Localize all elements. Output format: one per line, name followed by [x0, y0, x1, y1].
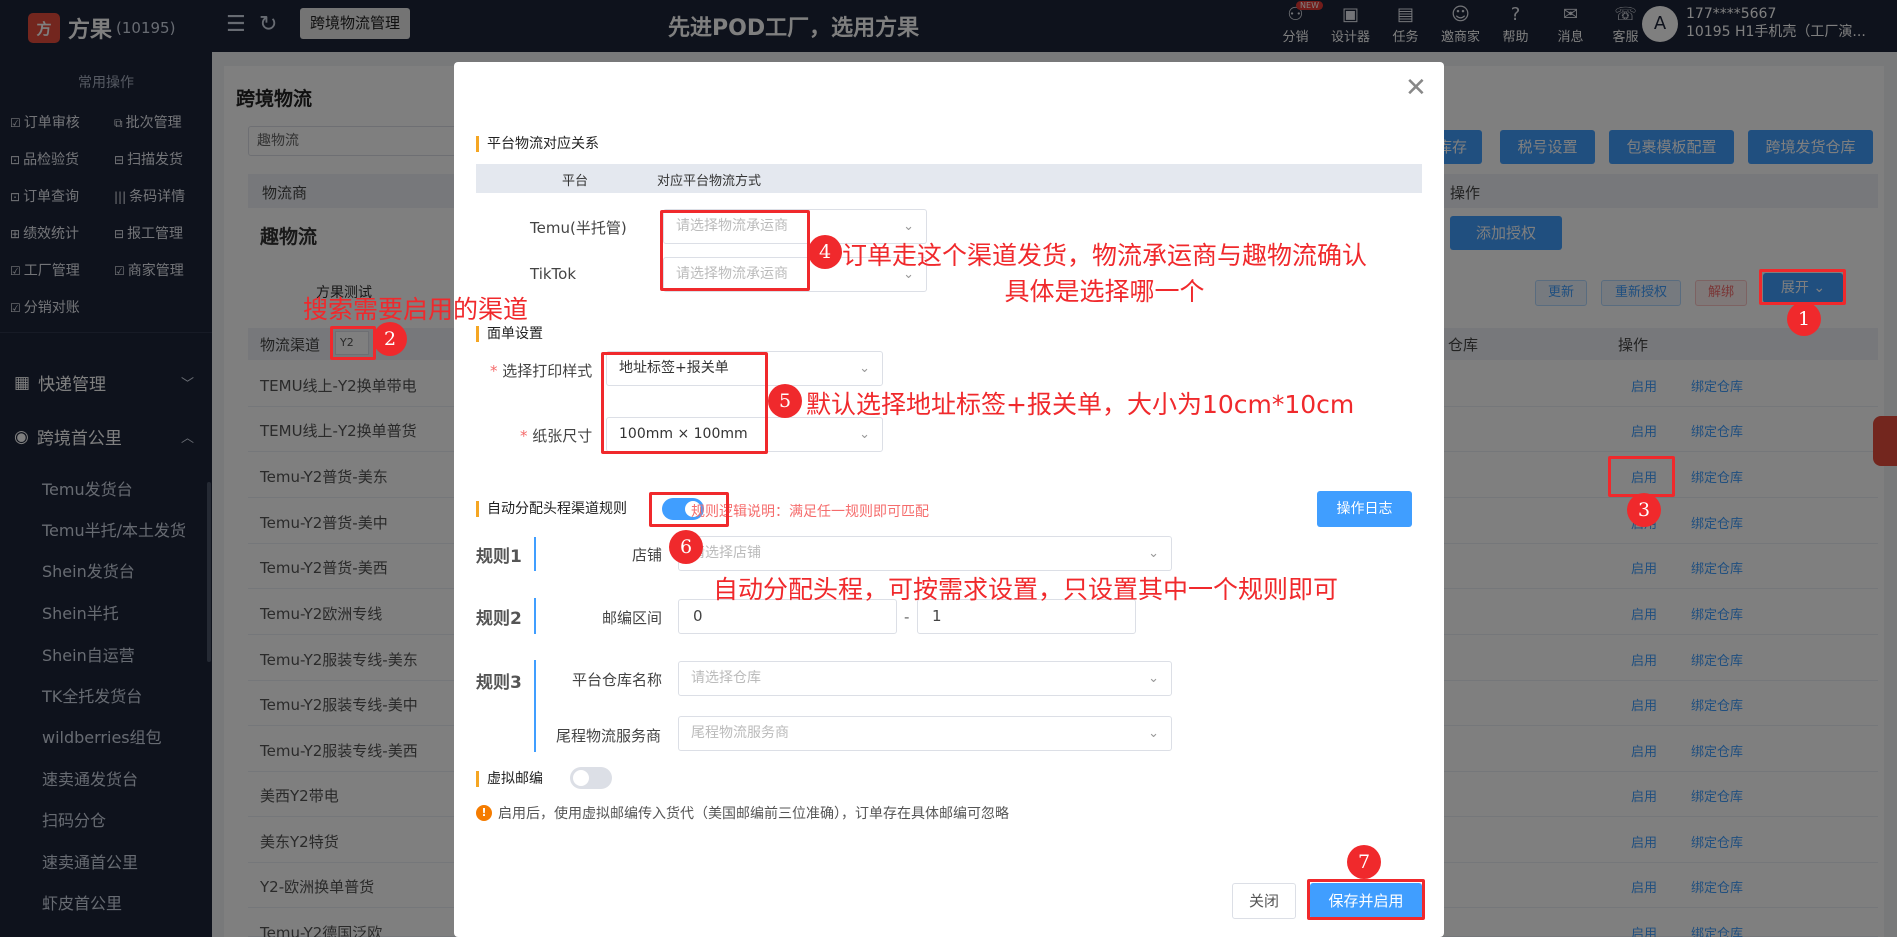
last-mile-label: 尾程物流服务商	[556, 727, 662, 745]
warehouse-name-label: 平台仓库名称	[572, 671, 663, 689]
close-button[interactable]: 关闭	[1232, 883, 1296, 919]
rule1-bar	[534, 537, 536, 571]
chevron-down-icon: ⌄	[1148, 726, 1159, 741]
auto-rule-label: 自动分配头程渠道规则	[476, 501, 627, 517]
annotation-marker-2: 2	[373, 322, 407, 356]
last-mile-select[interactable]: 尾程物流服务商 ⌄	[678, 716, 1172, 751]
close-icon[interactable]: ✕	[1405, 75, 1427, 101]
annotation-note-2: 搜索需要启用的渠道	[303, 295, 529, 324]
annotation-box-save	[1307, 879, 1425, 920]
section-platform-mapping: 平台物流对应关系	[476, 136, 599, 152]
warehouse-select[interactable]: 请选择仓库 ⌄	[678, 661, 1172, 696]
annotation-box-label	[601, 352, 768, 454]
rule3-bar	[534, 660, 536, 752]
rule2-title: 规则2	[476, 609, 522, 629]
shop-select[interactable]: 请选择店铺 ⌄	[678, 536, 1172, 571]
head-method: 对应平台物流方式	[657, 174, 762, 189]
rule1-title: 规则1	[476, 547, 522, 567]
annotation-box-filter	[330, 326, 376, 360]
virtual-zip-warning: ! 启用后，使用虚拟邮编传入货代（美国邮编前三位准确），订单存在具体邮编可忽略	[476, 803, 1009, 823]
virtual-zip-label: 虚拟邮编	[476, 771, 543, 787]
annotation-marker-5: 5	[768, 384, 802, 418]
chevron-down-icon: ⌄	[1148, 546, 1159, 561]
chevron-down-icon: ⌄	[1148, 671, 1159, 686]
annotation-box-carrier	[660, 210, 810, 291]
paper-size-label: * 纸张尺寸	[520, 427, 593, 445]
annotation-note-5: 默认选择地址标签+报关单，大小为10cm*10cm	[806, 390, 1355, 419]
annotation-box-enable	[1608, 456, 1675, 497]
operation-log-button[interactable]: 操作日志	[1317, 491, 1412, 527]
warning-icon: !	[476, 805, 492, 821]
annotation-box-expand	[1759, 269, 1846, 305]
rule3-title: 规则3	[476, 673, 522, 693]
annotation-marker-7: 7	[1347, 845, 1381, 879]
section-label-settings: 面单设置	[476, 326, 543, 342]
rule2-bar	[534, 598, 536, 634]
annotation-marker-4: 4	[808, 235, 842, 269]
annotation-marker-6: 6	[669, 530, 703, 564]
annotation-box-toggle	[649, 492, 729, 527]
chevron-down-icon: ⌄	[859, 427, 870, 442]
annotation-marker-3: 3	[1627, 493, 1661, 527]
tiktok-label: TikTok	[530, 265, 577, 283]
head-platform: 平台	[562, 174, 589, 189]
annotation-marker-1: 1	[1787, 302, 1821, 336]
virtual-zip-toggle[interactable]	[570, 767, 612, 789]
mapping-table-header: 平台 对应平台物流方式	[476, 164, 1422, 193]
rule1-shop-label: 店铺	[632, 546, 663, 564]
temu-label: Temu(半托管)	[530, 219, 627, 237]
print-style-label: * 选择打印样式	[490, 362, 593, 380]
annotation-note-4: 订单走这个渠道发货，物流承运商与趣物流确认 具体是选择哪一个	[842, 241, 1368, 306]
zip-range-label: 邮编区间	[602, 609, 663, 627]
annotation-note-6: 自动分配头程，可按需求设置，只设置其中一个规则即可	[713, 575, 1339, 604]
chevron-down-icon: ⌄	[859, 361, 870, 376]
zip-dash: -	[904, 608, 910, 626]
